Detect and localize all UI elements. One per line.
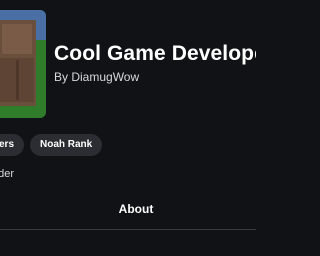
- group-avatar-image: [0, 10, 46, 118]
- group-title: Cool Game Develope: [54, 42, 256, 65]
- group-avatar-icon[interactable]: [0, 10, 46, 118]
- group-page: Cool Game Develope By DiamugWow ers Noah…: [0, 0, 256, 256]
- group-description: nder: [0, 168, 15, 180]
- group-owner-byline[interactable]: By DiamugWow: [54, 70, 139, 84]
- tab-about[interactable]: About: [104, 202, 168, 216]
- tab-divider: [0, 229, 256, 230]
- tag-members[interactable]: ers: [0, 134, 24, 156]
- tag-rank[interactable]: Noah Rank: [30, 134, 103, 156]
